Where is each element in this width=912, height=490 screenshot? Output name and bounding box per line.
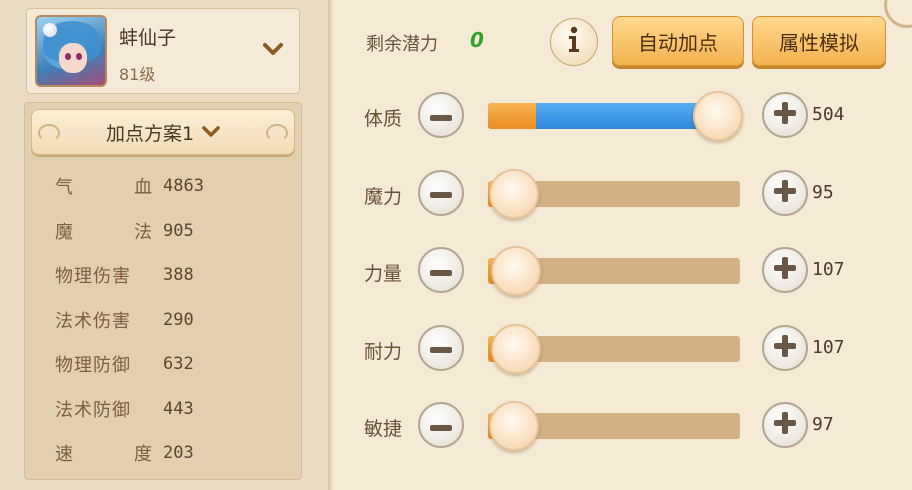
character-panel: 蚌仙子 81级 加点方案1 气血 4863 魔法 905 物理伤害 388 法术伤害 290 物… [0, 0, 328, 490]
attribute-value: 504 [812, 104, 845, 125]
stat-value: 203 [163, 443, 194, 463]
info-icon [566, 26, 582, 58]
character-selector[interactable]: 蚌仙子 81级 [26, 8, 300, 94]
stat-value: 443 [163, 398, 194, 419]
stat-value: 290 [163, 309, 194, 330]
attribute-row: 体质 504 [334, 86, 912, 146]
attribute-label: 力量 [364, 263, 403, 285]
minus-icon [430, 416, 452, 435]
attribute-value: 95 [812, 181, 834, 203]
decrease-button[interactable] [418, 92, 464, 138]
stat-label: 法术防御 [55, 399, 131, 421]
stat-row: 气血 4863 [55, 171, 204, 201]
stat-row: 魔法 905 [55, 216, 194, 246]
stat-label: 气血 [55, 177, 153, 198]
attribute-value: 107 [812, 336, 845, 358]
auto-allocate-button[interactable]: 自动加点 [612, 16, 744, 66]
attribute-value: 107 [812, 259, 845, 280]
minus-icon [430, 106, 452, 125]
stats-box: 加点方案1 气血 4863 魔法 905 物理伤害 388 法术伤害 290 物理防御 632 法术… [24, 102, 302, 480]
stat-label: 魔法 [55, 221, 153, 243]
decrease-button[interactable] [418, 169, 464, 216]
stat-row: 物理防御 632 [55, 349, 194, 379]
minus-icon [430, 338, 452, 357]
slider-handle[interactable] [489, 401, 539, 451]
attribute-panel: 剩余潜力 0 自动加点 属性模拟 体质 504 魔力 95 力量 107 耐力 107 敏捷 97 [334, 0, 912, 490]
slider-handle[interactable] [491, 323, 541, 374]
plus-icon [774, 257, 796, 283]
potential-label: 剩余潜力 [366, 34, 438, 55]
character-level: 81级 [119, 65, 156, 84]
decrease-button[interactable] [418, 247, 464, 293]
attribute-slider[interactable] [488, 401, 740, 451]
increase-button[interactable] [762, 169, 808, 216]
slider-pending-fill [536, 103, 718, 129]
plus-icon [774, 334, 796, 361]
chevron-down-icon[interactable] [261, 37, 285, 61]
attribute-simulate-button[interactable]: 属性模拟 [752, 16, 886, 66]
attribute-label: 敏捷 [364, 418, 403, 440]
stat-value: 4863 [163, 176, 204, 196]
stat-label: 物理伤害 [55, 266, 131, 287]
attribute-row: 魔力 95 [334, 164, 912, 224]
character-name: 蚌仙子 [119, 27, 177, 49]
potential-value: 0 [470, 28, 484, 52]
plan-label: 加点方案1 [105, 122, 195, 145]
plan-selector-button[interactable]: 加点方案1 [31, 109, 295, 155]
attribute-slider[interactable] [488, 91, 743, 141]
attribute-slider[interactable] [488, 323, 740, 374]
chevron-down-icon [202, 121, 220, 143]
decrease-button[interactable] [418, 402, 464, 448]
attribute-row: 敏捷 97 [334, 396, 912, 456]
minus-icon [430, 261, 452, 280]
slider-base-fill [488, 103, 536, 129]
stat-row: 法术伤害 290 [55, 305, 194, 335]
increase-button[interactable] [762, 402, 808, 448]
stat-value: 632 [163, 354, 194, 374]
stat-row: 法术防御 443 [55, 394, 194, 424]
stat-value: 388 [163, 265, 194, 285]
stat-value: 905 [163, 220, 194, 241]
plus-icon [774, 179, 796, 206]
attribute-slider[interactable] [488, 168, 740, 219]
attribute-label: 耐力 [364, 340, 403, 363]
stat-row: 速度 203 [55, 438, 194, 468]
attribute-label: 魔力 [364, 185, 403, 208]
attribute-row: 力量 107 [334, 241, 912, 301]
info-button[interactable] [550, 18, 598, 66]
character-avatar [35, 15, 107, 87]
slider-handle[interactable] [489, 168, 539, 219]
attribute-label: 体质 [364, 108, 403, 130]
stat-label: 速度 [55, 444, 153, 465]
plus-icon [774, 102, 796, 128]
attribute-row: 耐力 107 [334, 319, 912, 379]
increase-button[interactable] [762, 247, 808, 293]
stat-row: 物理伤害 388 [55, 260, 194, 290]
stat-label: 法术伤害 [55, 310, 131, 332]
plus-icon [774, 412, 796, 438]
slider-handle[interactable] [693, 91, 743, 141]
corner-decoration [884, 0, 912, 28]
increase-button[interactable] [762, 324, 808, 371]
minus-icon [430, 183, 452, 202]
attribute-value: 97 [812, 414, 834, 435]
slider-handle[interactable] [491, 246, 541, 296]
stat-label: 物理防御 [55, 355, 131, 376]
decrease-button[interactable] [418, 324, 464, 371]
increase-button[interactable] [762, 92, 808, 138]
attribute-slider[interactable] [488, 246, 740, 296]
